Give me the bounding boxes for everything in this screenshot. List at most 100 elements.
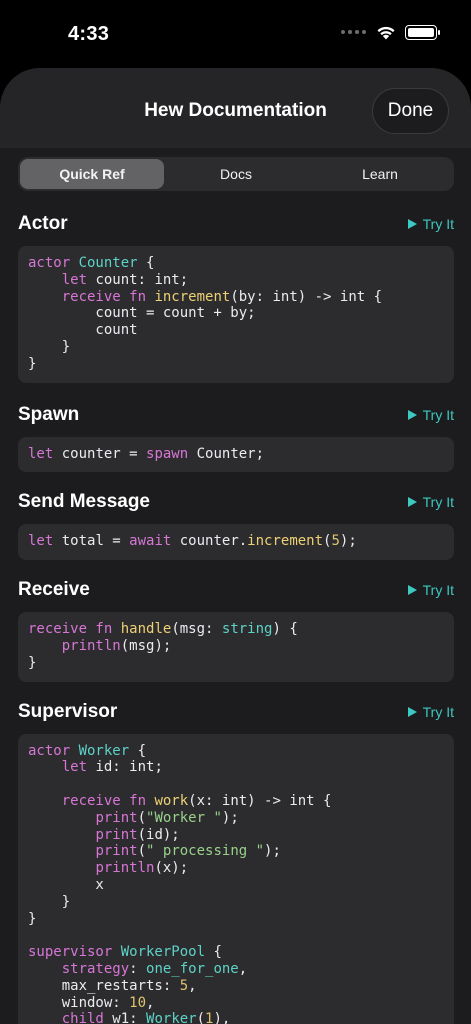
code-line: } [28, 911, 444, 928]
code-token: "Worker " [146, 809, 222, 826]
tab-docs[interactable]: Docs [164, 159, 308, 189]
code-line: let id: int; [28, 759, 444, 776]
code-token: (x: int) -> int { [188, 792, 332, 809]
code-token: " processing " [146, 843, 265, 860]
code-token: } [28, 910, 37, 927]
code-line: x [28, 877, 444, 894]
play-icon [407, 409, 417, 420]
try-it-button[interactable]: Try It [407, 407, 454, 423]
code-token: supervisor [28, 944, 121, 961]
code-line: receive fn work(x: int) -> int { [28, 793, 444, 810]
code-line: println(msg); [28, 638, 444, 655]
wifi-icon [377, 26, 395, 40]
code-token: work [154, 792, 189, 809]
code-token: handle [120, 621, 172, 638]
code-line: actor Worker { [28, 743, 444, 760]
code-token: max_restarts: [28, 977, 180, 994]
code-token: } [28, 338, 71, 355]
code-block: actor Worker { let id: int; receive fn w… [18, 733, 454, 1024]
code-token: { [205, 944, 222, 961]
code-token: ) { [272, 621, 298, 638]
code-token: await [129, 533, 172, 550]
code-token: receive fn [61, 288, 147, 305]
code-token: : [129, 960, 147, 977]
cellular-signal-icon [341, 30, 366, 34]
section-title: Spawn [18, 403, 80, 425]
code-line: max_restarts: 5, [28, 978, 444, 995]
section-header: Spawn Try It [18, 393, 454, 437]
code-token: Worker [78, 742, 130, 759]
code-token: 5 [179, 977, 189, 994]
code-token: one_for_one [146, 960, 239, 977]
code-token: (id); [137, 826, 180, 843]
status-bar: 4:33 [0, 0, 471, 68]
try-it-button[interactable]: Try It [407, 582, 454, 598]
code-line: count = count + by; [28, 305, 444, 322]
section-header: Actor Try It [18, 202, 454, 246]
segmented-control: Quick Ref Docs Learn [18, 157, 454, 191]
code-block: actor Counter { let count: int; receive … [18, 246, 454, 383]
code-line: let count: int; [28, 272, 444, 289]
code-token: string [221, 621, 273, 638]
code-token: let [61, 759, 88, 776]
code-line: count [28, 322, 444, 339]
code-token: WorkerPool [120, 944, 206, 961]
code-token: Worker [146, 1011, 197, 1024]
code-token: count [28, 322, 138, 339]
status-icons [341, 24, 440, 40]
battery-icon [405, 24, 440, 40]
code-token: (by: int) -> int { [230, 288, 383, 305]
done-button[interactable]: Done [372, 88, 449, 134]
code-token: actor [28, 255, 79, 271]
code-line: window: 10, [28, 995, 444, 1012]
code-token: Counter; [188, 445, 265, 462]
code-token: ); [339, 533, 357, 550]
try-it-label: Try It [422, 216, 454, 232]
code-token: actor [28, 742, 79, 759]
code-line: let total = await counter.increment(5); [28, 533, 444, 550]
code-token: { [137, 255, 155, 271]
quick-ref-content: Actor Try It actor Counter { let count: in… [18, 202, 454, 1024]
section-title: Supervisor [18, 700, 118, 722]
code-block: receive fn handle(msg: string) { println… [18, 612, 454, 682]
try-it-button[interactable]: Try It [407, 704, 454, 720]
code-token: println [61, 637, 121, 654]
code-token: print [95, 809, 138, 826]
code-token: receive fn [61, 792, 147, 809]
code-token: let [28, 445, 54, 462]
code-token: ); [264, 843, 281, 860]
try-it-button[interactable]: Try It [407, 216, 454, 232]
code-token: count: int; [87, 271, 189, 288]
code-token: Counter [78, 255, 138, 271]
code-token: println [95, 860, 155, 877]
code-token: child [61, 1011, 104, 1024]
tab-learn[interactable]: Learn [308, 159, 452, 189]
code-line: } [28, 894, 444, 911]
code-token: ), [213, 1011, 231, 1024]
code-token: increment [154, 288, 231, 305]
tab-quick-ref[interactable]: Quick Ref [20, 159, 164, 189]
code-line: print("Worker "); [28, 810, 444, 827]
code-token: 10 [129, 994, 147, 1011]
status-time: 4:33 [68, 23, 110, 45]
code-block: let total = await counter.increment(5); [18, 524, 454, 561]
code-token: , [146, 994, 155, 1011]
code-token: receive fn [28, 621, 113, 638]
code-token: print [95, 843, 138, 860]
code-line: } [28, 356, 444, 373]
code-token: ( [137, 843, 147, 860]
try-it-label: Try It [422, 494, 454, 511]
play-icon [407, 585, 417, 596]
try-it-button[interactable]: Try It [407, 494, 454, 511]
